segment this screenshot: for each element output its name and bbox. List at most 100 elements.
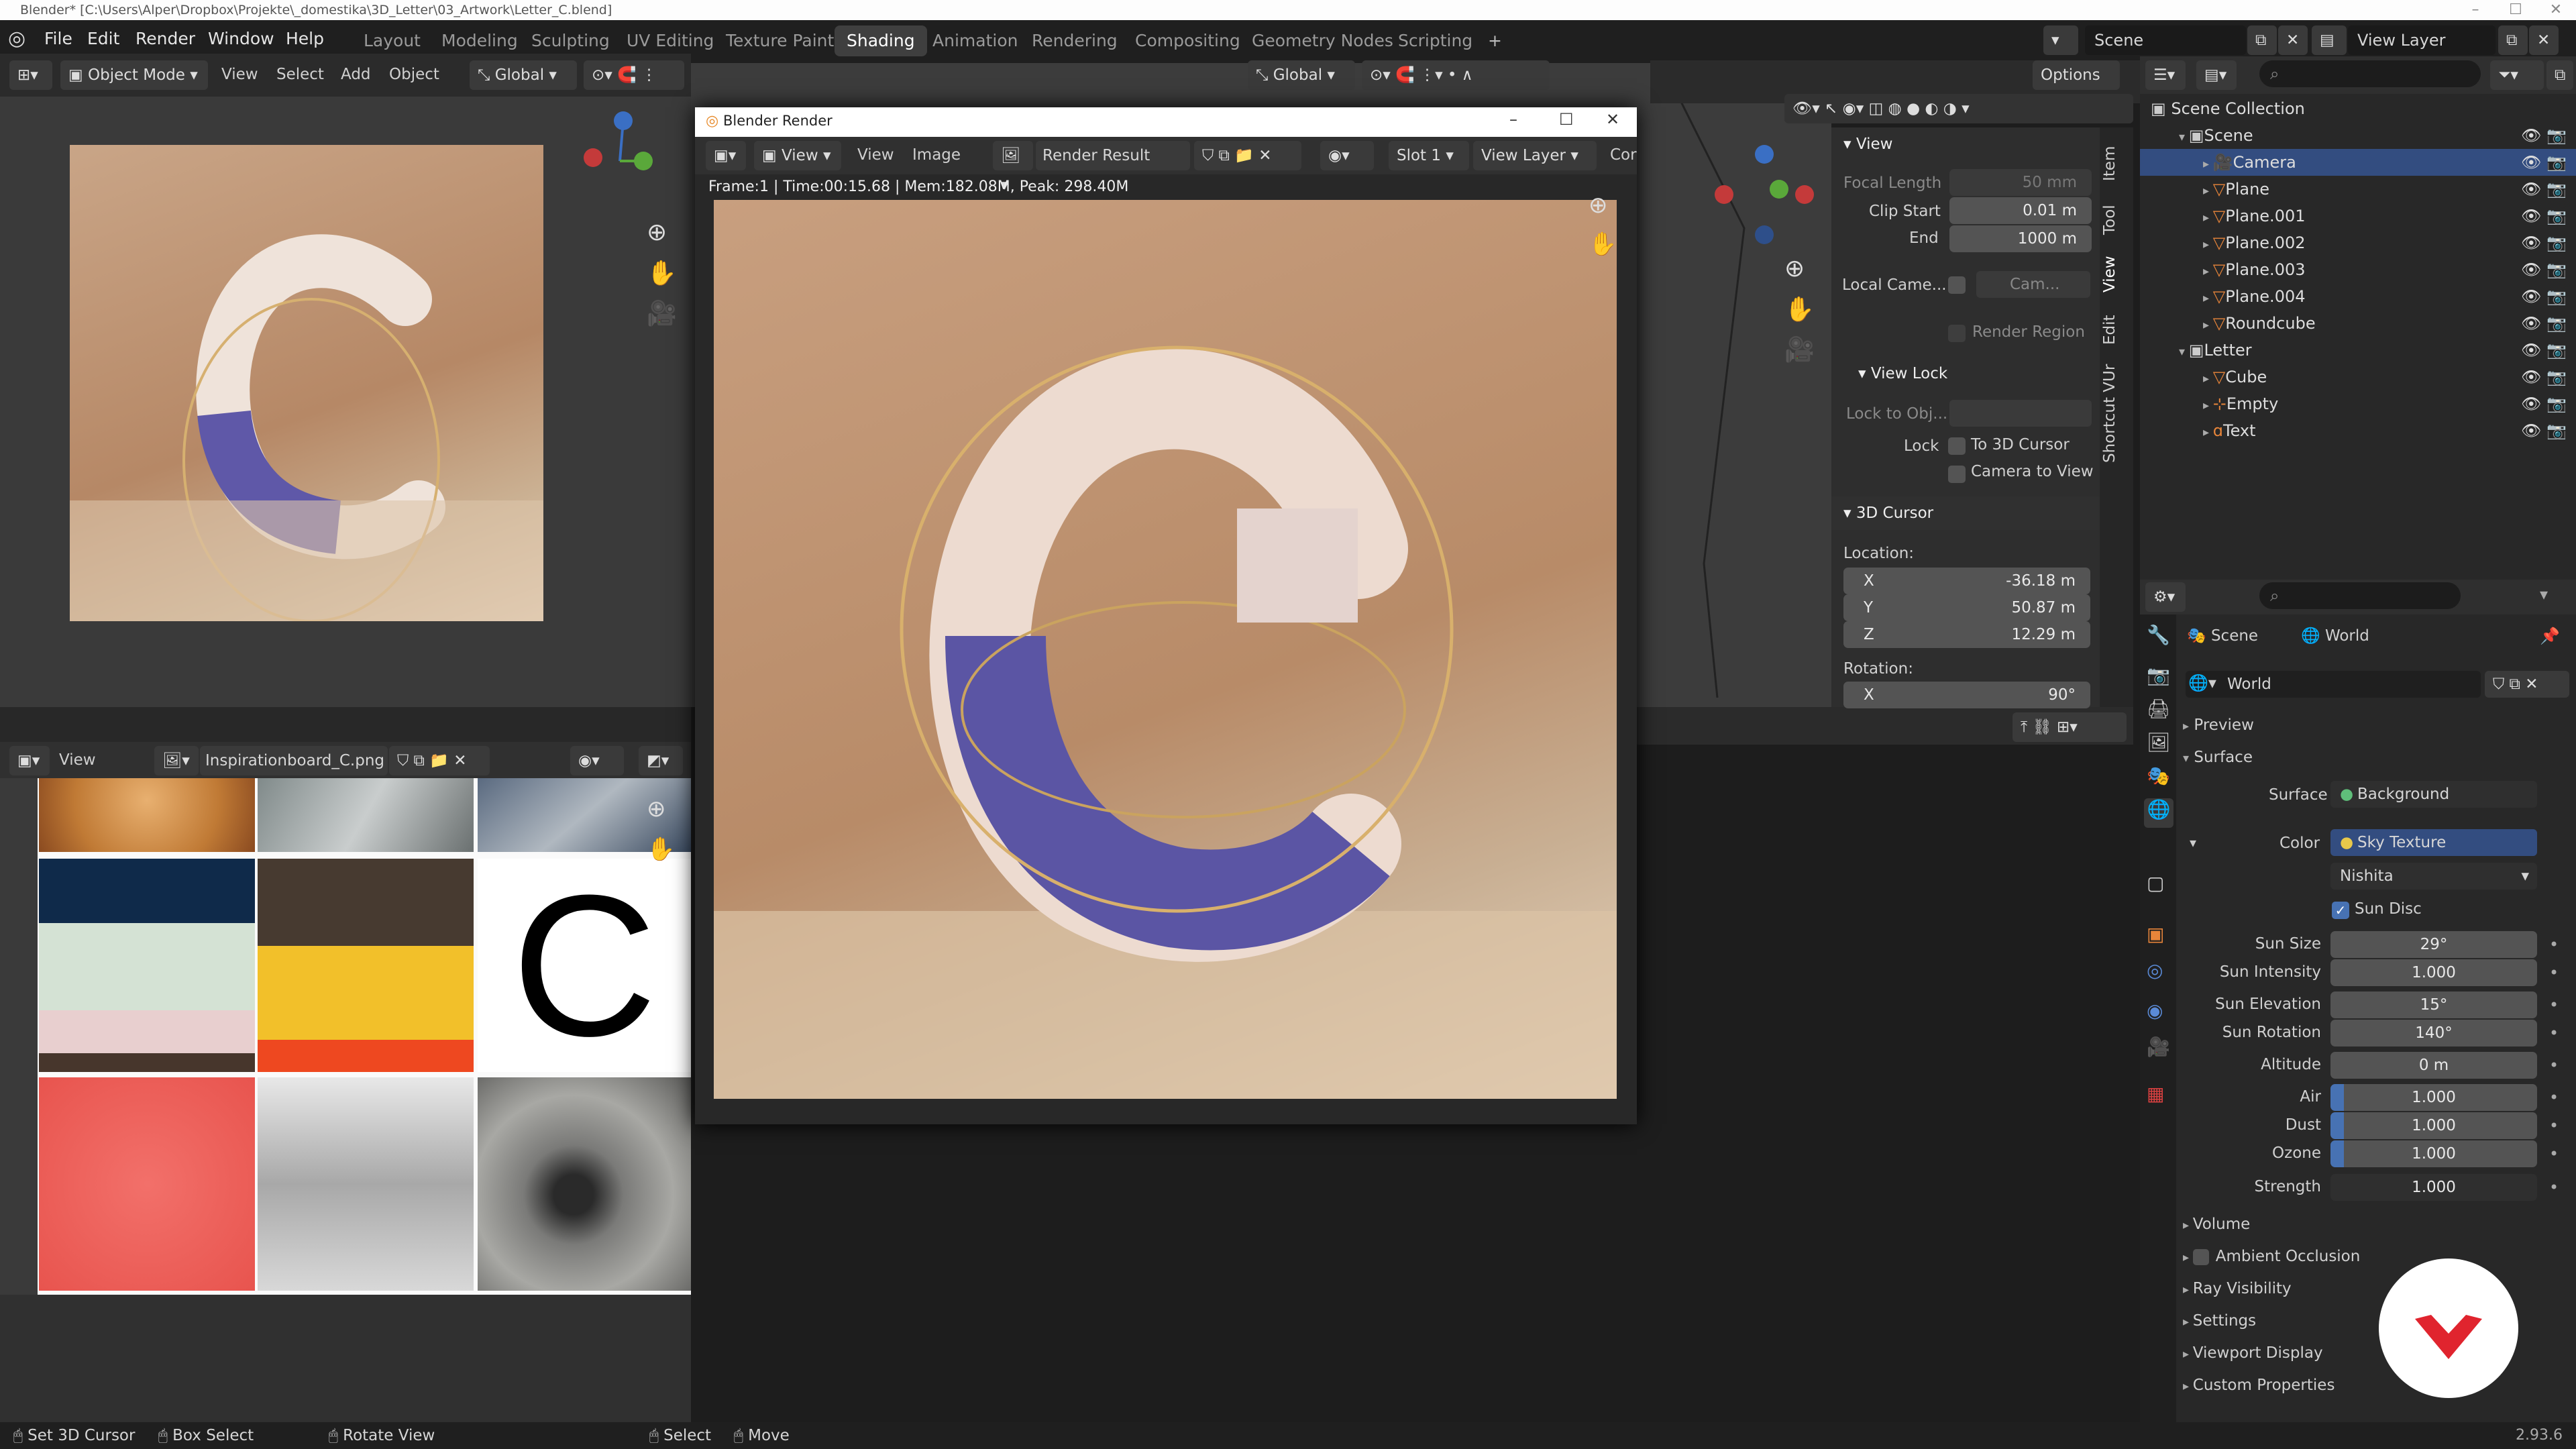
visibility-toggle-icon[interactable]: 👁 📷: [2521, 203, 2567, 229]
render-close-icon[interactable]: ✕: [1606, 110, 1619, 129]
render-menu-view[interactable]: View: [857, 146, 894, 164]
tab-rendering[interactable]: Rendering: [1020, 25, 1130, 56]
render-view-layer-dropdown[interactable]: View Layer ▾: [1473, 141, 1597, 170]
keyframe-dot-icon[interactable]: •: [2549, 1088, 2559, 1107]
sky-property-field[interactable]: 1.000: [2330, 1140, 2537, 1167]
view-lock-header[interactable]: ▾ View Lock: [1858, 365, 1947, 382]
tab-edit[interactable]: Edit: [2101, 315, 2118, 345]
world-tab-icon[interactable]: 🌐: [2144, 798, 2174, 828]
world-browse-icon[interactable]: 🌐▾: [2188, 674, 2216, 692]
view-layer-field[interactable]: View Layer: [2348, 25, 2496, 55]
sky-property-field[interactable]: 1.000: [2330, 959, 2537, 986]
render-maximize-icon[interactable]: ☐: [1559, 110, 1574, 129]
to-3d-cursor-checkbox[interactable]: [1948, 437, 1966, 455]
visibility-toggle-icon[interactable]: 👁 📷: [2521, 283, 2567, 310]
new-scene-icon[interactable]: ⧉: [2247, 25, 2277, 55]
keyframe-dot-icon[interactable]: •: [2549, 963, 2559, 982]
main-zoom-icon[interactable]: ⊕: [1784, 255, 1805, 282]
properties-section[interactable]: ▸ Ray Visibility: [2183, 1280, 2292, 1297]
scene-name-field[interactable]: Scene: [2085, 25, 2246, 55]
visibility-toggle-icon[interactable]: 👁 📷: [2521, 229, 2567, 256]
render-result-actions[interactable]: ⛉ ⧉ 📁 ✕: [1194, 141, 1301, 170]
image-view-menu[interactable]: View: [59, 751, 96, 769]
image-name-field[interactable]: Inspirationboard_C.png: [200, 746, 388, 775]
render-pan-icon[interactable]: ✋: [1589, 231, 1617, 258]
menu-help[interactable]: Help: [286, 20, 324, 58]
orientation-select[interactable]: ⤡ Global ▾: [470, 60, 577, 90]
outliner-row[interactable]: ▸ ▽ Roundcube 👁 📷: [2140, 310, 2576, 337]
keyframe-dot-icon[interactable]: •: [2549, 1178, 2559, 1197]
object-tab-icon[interactable]: ▣: [2147, 923, 2164, 945]
minimize-icon[interactable]: –: [2455, 0, 2496, 20]
surface-section[interactable]: ▾ Surface: [2183, 749, 2253, 766]
sun-disc-checkbox[interactable]: ✓: [2332, 902, 2349, 919]
keyframe-dot-icon[interactable]: •: [2549, 1056, 2559, 1075]
viewport-menu-add[interactable]: Add: [341, 66, 371, 83]
maximize-icon[interactable]: ☐: [2496, 0, 2536, 20]
mode-select[interactable]: ▣ Object Mode ▾: [60, 60, 208, 90]
keyframe-dot-icon[interactable]: •: [2549, 1144, 2559, 1163]
tab-texture-paint[interactable]: Texture Paint: [714, 25, 846, 56]
expand-toggle-icon[interactable]: ▸: [2203, 372, 2213, 386]
view-layer-icon[interactable]: ▤: [2312, 25, 2347, 55]
camera-to-view-checkbox[interactable]: [1948, 466, 1966, 483]
tab-animation[interactable]: Animation: [920, 25, 1030, 56]
zoom-icon[interactable]: ⊕: [647, 219, 667, 246]
sky-property-field[interactable]: 15°: [2330, 991, 2537, 1018]
blender-logo-icon[interactable]: ◎: [8, 27, 35, 54]
main-navigation-gizmo[interactable]: [1704, 134, 1825, 255]
tab-item[interactable]: Item: [2101, 146, 2118, 181]
properties-section[interactable]: ▸ Settings: [2183, 1312, 2256, 1330]
expand-toggle-icon[interactable]: ▸: [2203, 291, 2213, 305]
outliner-row[interactable]: ▸ ▽ Plane.001 👁 📷: [2140, 203, 2576, 229]
visibility-toggle-icon[interactable]: 👁 📷: [2521, 256, 2567, 283]
menu-edit[interactable]: Edit: [87, 20, 119, 58]
render-result-field[interactable]: Render Result: [1036, 141, 1190, 170]
delete-scene-icon[interactable]: ✕: [2278, 25, 2308, 55]
pin-icon[interactable]: 📌: [2540, 627, 2560, 645]
visibility-toggle-icon[interactable]: 👁 📷: [2521, 337, 2567, 364]
editor-type-icon[interactable]: ⊞▾: [9, 60, 52, 90]
main-pan-icon[interactable]: ✋: [1784, 295, 1815, 323]
render-image-browse-icon[interactable]: 🖼▾: [993, 141, 1033, 194]
sky-property-field[interactable]: 0 m: [2330, 1052, 2537, 1079]
keyframe-dot-icon[interactable]: •: [2549, 996, 2559, 1014]
camera-view-icon[interactable]: 🎥: [647, 299, 677, 327]
expand-toggle-icon[interactable]: ▾: [2179, 130, 2189, 144]
tab-uv-editing[interactable]: UV Editing: [614, 25, 726, 56]
image-editor-type-icon[interactable]: ▣▾: [9, 746, 50, 775]
outliner-search-input[interactable]: ⌕: [2259, 60, 2481, 87]
visibility-toggle-icon[interactable]: 👁 📷: [2521, 364, 2567, 390]
properties-editor-type-icon[interactable]: ⚙▾: [2145, 582, 2186, 612]
close-icon[interactable]: ✕: [2536, 0, 2576, 20]
cursor-rot-x-field[interactable]: X 90°: [1843, 682, 2090, 708]
visibility-toggle-icon[interactable]: 👁 📷: [2521, 390, 2567, 417]
render-region-checkbox[interactable]: [1948, 325, 1966, 342]
tool-tab-icon[interactable]: 🔧: [2147, 624, 2170, 646]
slot-dropdown[interactable]: Slot 1 ▾: [1389, 141, 1469, 170]
data-tab-icon[interactable]: 🎥: [2147, 1036, 2170, 1058]
image-browse-icon[interactable]: 🖼▾: [154, 746, 199, 775]
surface-shader-field[interactable]: ● Background: [2330, 781, 2537, 808]
delete-view-layer-icon[interactable]: ✕: [2529, 25, 2559, 55]
3d-cursor-header[interactable]: ▾ 3D Cursor: [1843, 504, 1933, 522]
sky-property-field[interactable]: 29°: [2330, 931, 2537, 958]
keyframe-dot-icon[interactable]: •: [2549, 1116, 2559, 1135]
menu-render[interactable]: Render: [136, 20, 195, 58]
visibility-toggle-icon[interactable]: 👁 📷: [2521, 176, 2567, 203]
expand-toggle-icon[interactable]: ▸: [2203, 184, 2213, 198]
outliner-editor-type-icon[interactable]: ☰▾: [2145, 60, 2186, 90]
viewport-menu-view[interactable]: View: [221, 66, 258, 83]
keyframe-dot-icon[interactable]: •: [2549, 935, 2559, 954]
shading-toggles[interactable]: 👁▾ ↖ ◉▾ ◫ ◍ ● ◐ ◑ ▾: [1784, 94, 2133, 123]
menu-file[interactable]: File: [44, 20, 72, 58]
main-camera-icon[interactable]: 🎥: [1784, 335, 1815, 364]
expand-toggle-icon[interactable]: ▸: [2203, 318, 2213, 332]
display-mode-icon[interactable]: ◩▾: [639, 746, 683, 775]
crumb-scene[interactable]: 🎭 Scene: [2187, 627, 2258, 645]
cursor-x-field[interactable]: X -36.18 m: [1843, 568, 2090, 594]
crumb-world[interactable]: 🌐 World: [2301, 627, 2369, 645]
visibility-toggle-icon[interactable]: 👁 📷: [2521, 149, 2567, 176]
expand-toggle-icon[interactable]: ▸: [2203, 211, 2213, 225]
pan-hand-icon[interactable]: ✋: [647, 259, 677, 287]
